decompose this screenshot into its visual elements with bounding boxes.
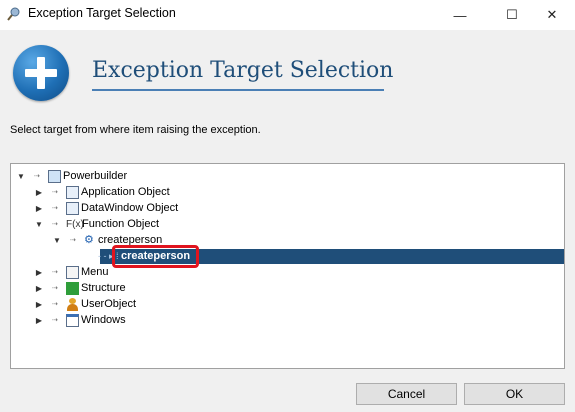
tree-node-application-object[interactable]: ▶ ⇢ Application Object bbox=[34, 184, 170, 200]
expand-arrow-icon[interactable]: ▶ bbox=[34, 316, 44, 325]
tree-node-label: Windows bbox=[81, 314, 126, 326]
collapse-arrow-icon[interactable]: ▼ bbox=[52, 236, 62, 245]
minimize-button[interactable]: — bbox=[437, 0, 483, 30]
tree-node-function-object[interactable]: ▼ ⇢ F(x) Function Object bbox=[34, 216, 159, 232]
link-icon: ⇢ bbox=[52, 301, 58, 308]
instruction-text: Select target from where item raising th… bbox=[10, 124, 261, 136]
add-icon bbox=[13, 45, 69, 101]
page-title: Exception Target Selection bbox=[92, 58, 394, 83]
tree-node-menu[interactable]: ▶ ⇢ Menu bbox=[34, 264, 109, 280]
tree-node-userobject[interactable]: ▶ ⇢ UserObject bbox=[34, 296, 136, 312]
title-underline bbox=[92, 89, 384, 91]
application-object-icon bbox=[66, 185, 79, 199]
powerbuilder-icon bbox=[48, 169, 61, 183]
collapse-arrow-icon[interactable]: ▼ bbox=[34, 220, 44, 229]
ok-button[interactable]: OK bbox=[464, 383, 565, 405]
tree-node-label: UserObject bbox=[81, 298, 137, 310]
expand-arrow-icon[interactable]: ▶ bbox=[34, 284, 44, 293]
expand-arrow-icon[interactable]: ▶ bbox=[34, 188, 44, 197]
close-button[interactable]: ✕ bbox=[529, 0, 575, 30]
user-object-icon bbox=[66, 297, 79, 311]
tree-node-datawindow-object[interactable]: ▶ ⇢ DataWindow Object bbox=[34, 200, 178, 216]
collapse-arrow-icon[interactable]: ▼ bbox=[16, 172, 26, 181]
link-icon: ⇢ bbox=[52, 205, 58, 212]
tree-node-powerbuilder[interactable]: ▼ ⇢ Powerbuilder bbox=[16, 168, 127, 184]
function-icon: F(x) bbox=[66, 218, 84, 230]
tree-node-label: Powerbuilder bbox=[63, 170, 128, 182]
expand-arrow-icon[interactable]: ▶ bbox=[34, 204, 44, 213]
tree-node-label: Function Object bbox=[82, 218, 160, 230]
tree-node-structure[interactable]: ▶ ⇢ Structure bbox=[34, 280, 126, 296]
link-icon: ⇢ bbox=[52, 221, 58, 228]
gear-icon: ⚙ bbox=[84, 233, 94, 246]
link-icon: ⇢ bbox=[52, 285, 58, 292]
window-title: Exception Target Selection bbox=[28, 6, 176, 20]
expand-arrow-icon[interactable]: ▶ bbox=[34, 300, 44, 309]
title-bar: Exception Target Selection — ☐ ✕ bbox=[0, 0, 575, 30]
expand-arrow-icon[interactable]: ▶ bbox=[34, 268, 44, 277]
selection-highlight-box bbox=[112, 245, 199, 268]
window-icon bbox=[66, 313, 79, 327]
tree-node-label: Menu bbox=[81, 266, 109, 278]
app-icon bbox=[7, 7, 20, 21]
tree-node-windows[interactable]: ▶ ⇢ Windows bbox=[34, 312, 126, 328]
cancel-button[interactable]: Cancel bbox=[356, 383, 457, 405]
link-icon: ⇢ bbox=[34, 173, 40, 180]
link-icon: ⇢ bbox=[52, 189, 58, 196]
tree-node-label: DataWindow Object bbox=[81, 202, 179, 214]
structure-icon bbox=[66, 281, 79, 295]
link-icon: ⇢ bbox=[52, 317, 58, 324]
datawindow-icon bbox=[66, 201, 79, 215]
link-icon: ⇢ bbox=[70, 237, 76, 244]
tree-node-label: Structure bbox=[81, 282, 126, 294]
menu-icon bbox=[66, 265, 79, 279]
tree-node-label: Application Object bbox=[81, 186, 170, 198]
link-icon: ⇢ bbox=[52, 269, 58, 276]
